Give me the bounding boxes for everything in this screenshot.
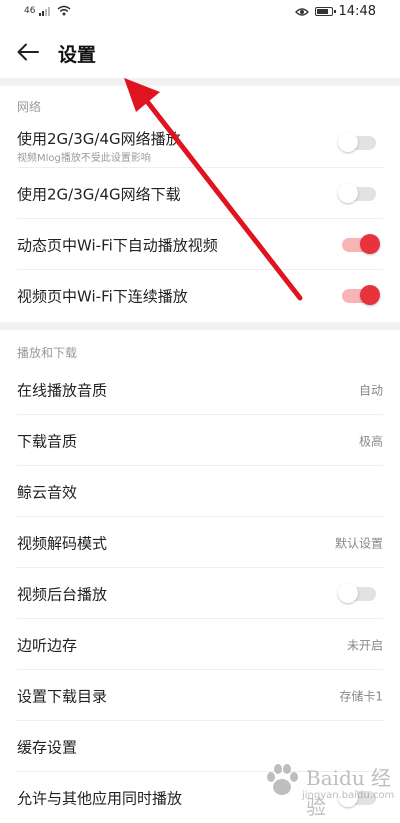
- toggle-knob: [338, 583, 358, 603]
- row-divider: [17, 269, 383, 270]
- row-download-dir[interactable]: 设置下载目录 存储卡1: [0, 671, 400, 721]
- row-online-quality[interactable]: 在线播放音质 自动: [0, 365, 400, 415]
- status-left: 46: [24, 5, 71, 16]
- toggle-knob: [360, 285, 380, 305]
- row-divider: [17, 618, 383, 619]
- row-download-quality[interactable]: 下载音质 极高: [0, 416, 400, 466]
- row-divider: [17, 567, 383, 568]
- toggle-knob: [360, 234, 380, 254]
- status-bar: 46 14:48: [0, 0, 400, 26]
- row-video-decode[interactable]: 视频解码模式 默认设置: [0, 518, 400, 568]
- row-value: 默认设置: [334, 536, 383, 551]
- section-divider: [0, 322, 400, 330]
- back-button[interactable]: [12, 36, 44, 68]
- toggle-knob: [338, 183, 358, 203]
- row-label: 使用2G/3G/4G网络播放: [17, 130, 181, 148]
- row-label: 使用2G/3G/4G网络下载: [17, 185, 181, 204]
- toggle-mobile-play[interactable]: [338, 132, 376, 152]
- row-whale-sound[interactable]: 鲸云音效: [0, 467, 400, 517]
- watermark: Baidu 经验 jingyan.baidu.com: [262, 754, 395, 819]
- row-mobile-download[interactable]: 使用2G/3G/4G网络下载: [0, 169, 400, 219]
- signal-label: 46: [24, 5, 36, 16]
- eye-icon: [294, 7, 309, 16]
- row-value: 极高: [358, 434, 383, 449]
- arrow-left-icon: [17, 43, 39, 61]
- row-divider: [17, 516, 383, 517]
- section-divider: [0, 78, 400, 86]
- battery-icon: [314, 7, 336, 16]
- row-value: 未开启: [346, 638, 383, 653]
- status-time: 14:48: [338, 4, 376, 19]
- row-video-background[interactable]: 视频后台播放: [0, 569, 400, 619]
- row-label: 鲸云音效: [17, 483, 78, 502]
- toggle-mobile-download[interactable]: [338, 183, 376, 203]
- row-video-wifi-continuous[interactable]: 视频页中Wi-Fi下连续播放: [0, 271, 400, 321]
- battery-level: [316, 9, 328, 14]
- signal-icon: [39, 6, 51, 16]
- row-label: 设置下载目录: [17, 687, 108, 706]
- status-right: 14:48: [294, 4, 376, 19]
- row-divider: [17, 414, 383, 415]
- row-label: 视频解码模式: [17, 534, 108, 553]
- row-label: 允许与其他应用同时播放: [17, 789, 183, 808]
- row-label: 在线播放音质: [17, 381, 108, 400]
- toggle-video-wifi-continuous[interactable]: [342, 285, 380, 305]
- app-header: 设置: [0, 26, 400, 78]
- row-listen-save[interactable]: 边听边存 未开启: [0, 620, 400, 670]
- row-divider: [17, 167, 383, 168]
- row-divider: [17, 218, 383, 219]
- row-label: 下载音质: [17, 432, 78, 451]
- toggle-video-background[interactable]: [338, 583, 376, 603]
- page-title: 设置: [58, 44, 97, 66]
- row-divider: [17, 669, 383, 670]
- row-value: 自动: [358, 383, 383, 398]
- row-divider: [17, 720, 383, 721]
- row-value: 存储卡1: [339, 689, 383, 704]
- row-sublabel: 视频Mlog播放不受此设置影响: [17, 153, 151, 164]
- row-feed-wifi-autoplay[interactable]: 动态页中Wi-Fi下自动播放视频: [0, 220, 400, 270]
- section-title-playback: 播放和下载: [17, 346, 78, 360]
- row-label: 视频页中Wi-Fi下连续播放: [17, 287, 188, 306]
- row-mobile-play[interactable]: 使用2G/3G/4G网络播放 视频Mlog播放不受此设置影响: [0, 118, 400, 168]
- paw-logo-icon: [267, 764, 298, 795]
- row-label: 视频后台播放: [17, 585, 108, 604]
- row-divider: [17, 465, 383, 466]
- watermark-url: jingyan.baidu.com: [302, 790, 395, 801]
- row-label: 边听边存: [17, 636, 78, 655]
- row-label: 缓存设置: [17, 738, 78, 757]
- section-title-network: 网络: [17, 100, 42, 114]
- toggle-feed-wifi-autoplay[interactable]: [342, 234, 380, 254]
- row-label: 动态页中Wi-Fi下自动播放视频: [17, 236, 218, 255]
- wifi-icon: [57, 5, 71, 16]
- toggle-knob: [338, 132, 358, 152]
